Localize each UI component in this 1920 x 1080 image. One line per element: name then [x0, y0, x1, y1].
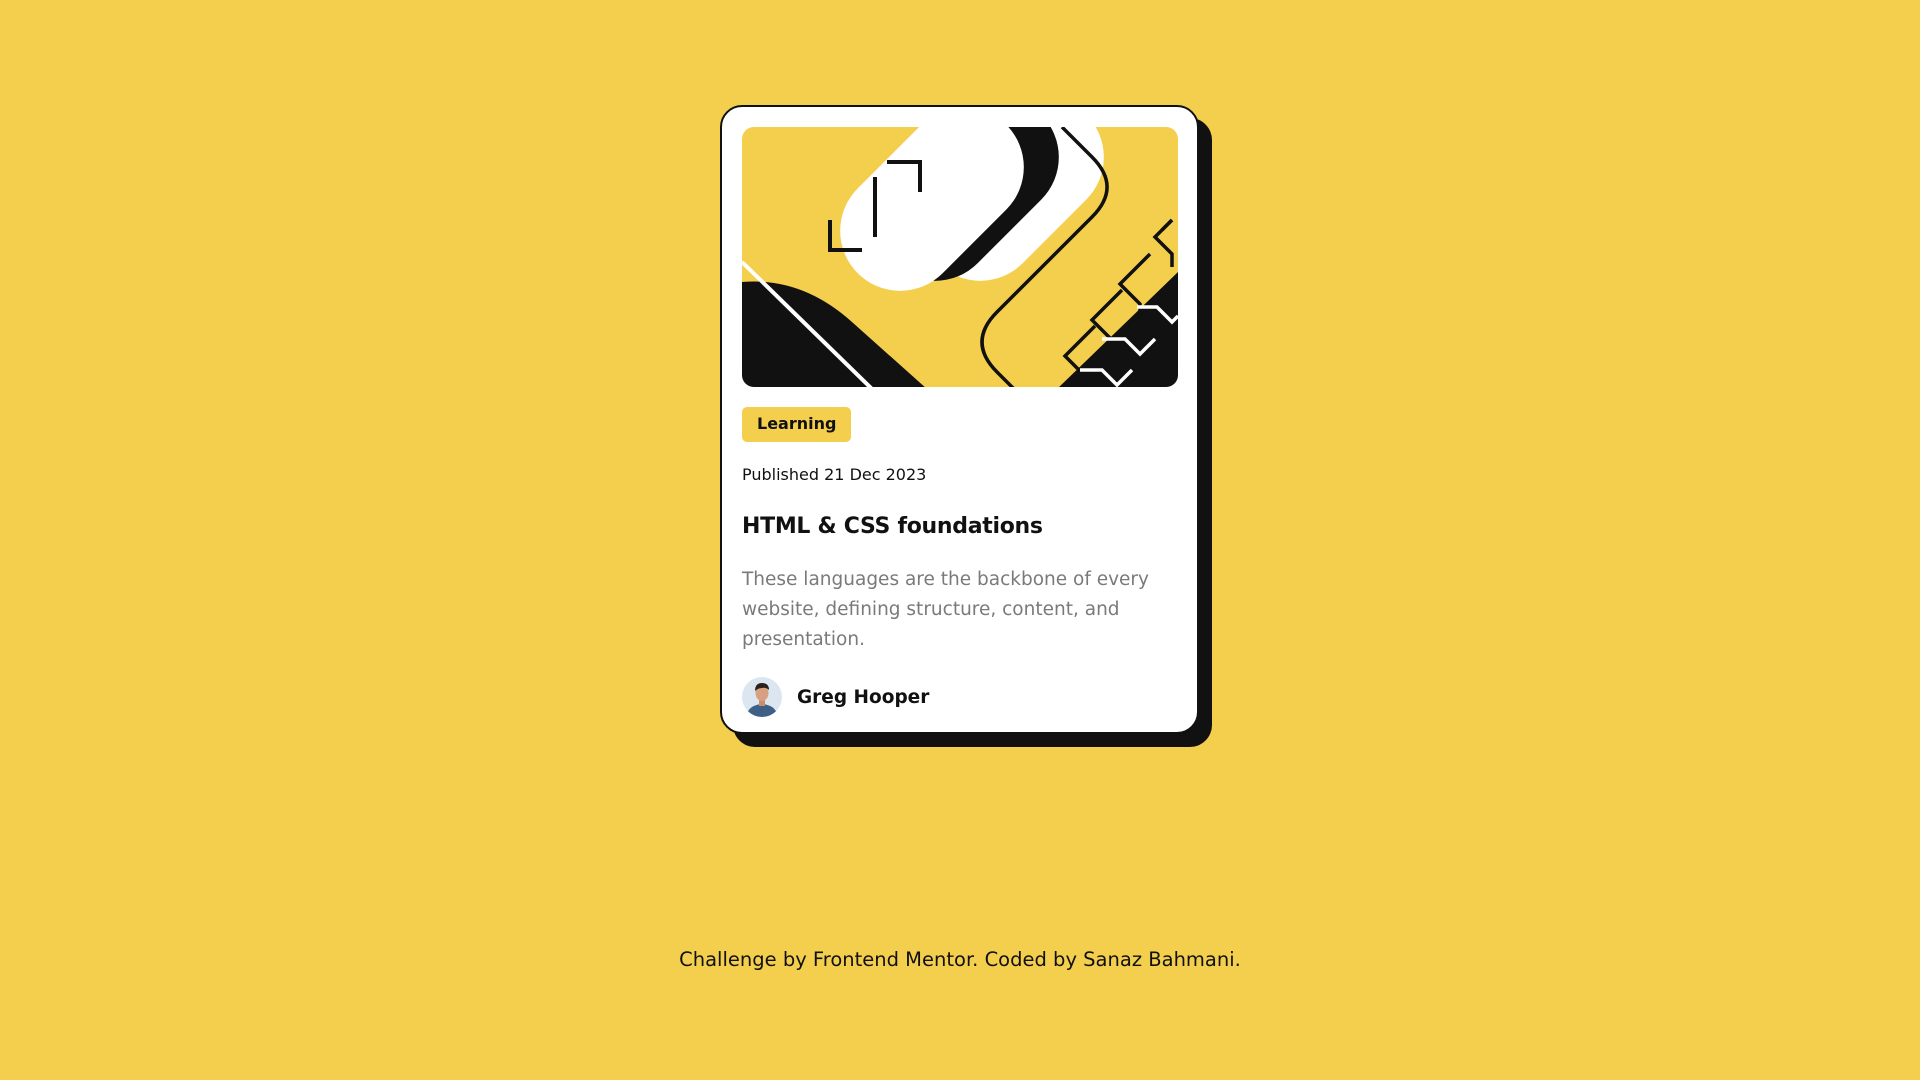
author: Greg Hooper [742, 677, 1177, 717]
blog-preview-card: Learning Published 21 Dec 2023 HTML & CS… [720, 105, 1199, 734]
article-description: These languages are the backbone of ever… [742, 569, 1149, 650]
attribution-footer: Challenge by Frontend Mentor. Coded by S… [679, 948, 1241, 971]
article-illustration [742, 127, 1178, 387]
avatar-icon [742, 677, 782, 717]
category-tag: Learning [742, 407, 852, 442]
published-date: Published 21 Dec 2023 [742, 465, 927, 484]
article-title[interactable]: HTML & CSS foundations [742, 513, 1177, 541]
author-name: Greg Hooper [797, 686, 930, 708]
